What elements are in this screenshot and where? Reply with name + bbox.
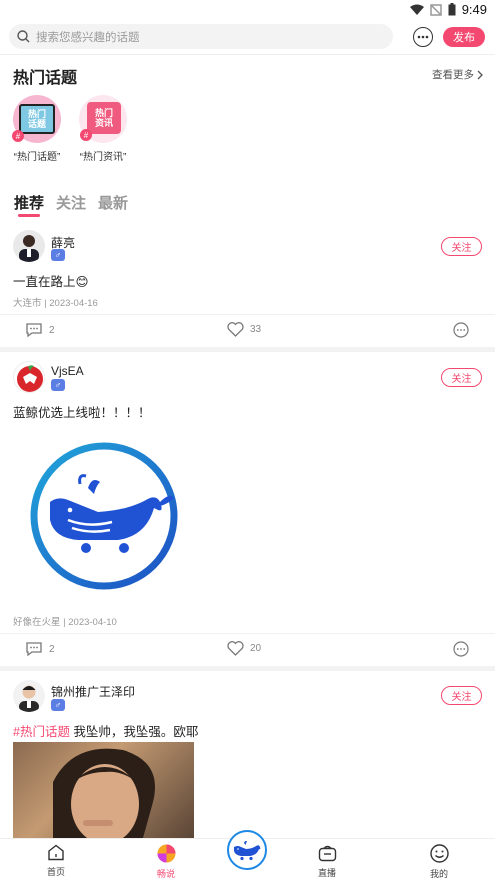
talk-icon [157,844,175,863]
hot-topics-title: 热门话题 [13,70,78,87]
portrait-photo-icon [53,748,155,838]
topic-image-hot-news: 热门资讯 # [79,95,127,143]
status-bar: 9:49 [0,0,495,22]
nav-home[interactable]: 首页 [36,844,76,878]
post-more-button[interactable] [453,322,469,338]
topic-card-hot-news[interactable]: 热门资讯 # “热门资讯” [73,95,133,163]
divider [0,314,495,315]
no-signal-icon [429,3,442,16]
status-time: 9:49 [461,2,487,17]
nav-label: 畅说 [156,869,175,879]
user-avatar-icon [19,685,39,712]
publish-button[interactable]: 发布 [443,27,485,47]
see-more-label: 查看更多 [432,69,474,81]
search-icon [17,30,30,43]
comment-button[interactable]: 2 [25,322,55,338]
like-count: 33 [250,324,262,335]
whale-icon [234,841,261,861]
like-count: 20 [250,643,262,654]
post-actions: 2 33 [0,316,495,346]
male-gender-icon: ♂ [51,249,65,261]
comment-count: 2 [49,643,55,655]
heart-icon [227,641,244,656]
hot-topics-header: 热门话题 查看更多 [0,62,495,90]
divider [0,54,495,55]
more-circle-icon [453,322,469,338]
male-gender-icon: ♂ [51,699,65,711]
user-avatar-icon [19,235,39,262]
like-button[interactable]: 20 [227,641,261,656]
nav-talk[interactable]: 畅说 [146,844,186,880]
nav-live[interactable]: 直播 [307,844,347,879]
username: VjsEA [51,364,84,378]
hashtag-icon: # [80,129,92,141]
center-whale-button[interactable] [227,830,267,870]
username: 锦州推广王泽印 [51,685,136,699]
nav-label: 直播 [317,868,336,878]
post-card[interactable]: VjsEA ♂ 关注 蓝鲸优选上线啦！！！！ 好像在火星 | 2023-04-1… [0,358,495,668]
nav-mine[interactable]: 我的 [419,844,459,880]
topic-card-hot-topic[interactable]: 热门话题 # “热门话题” [7,95,67,163]
brand-avatar-icon [17,365,43,392]
tab-active-indicator [18,214,40,217]
post-meta: 好像在火星 | 2023-04-10 [13,617,117,628]
chevron-right-icon [477,70,483,79]
post-text: #热门话题 我坠帅，我坠强。欧耶 [13,721,198,740]
topic-badge-text: 热门资讯 [94,108,113,128]
post-separator [0,347,495,352]
post-more-button[interactable] [453,641,469,657]
whale-logo-icon [30,442,178,590]
comment-count: 2 [49,324,55,336]
wifi-icon [409,4,424,15]
see-more-link[interactable]: 查看更多 [432,67,483,82]
status-icons: 9:49 [409,2,487,17]
tab-recommend[interactable]: 推荐 [14,192,44,213]
post-body: 我坠帅，我坠强。欧耶 [69,725,199,739]
post-image[interactable] [28,440,180,592]
live-bag-icon [318,845,336,862]
ellipsis-icon [417,35,429,39]
topic-label: “热门资讯” [79,152,127,163]
hashtag-icon: # [12,130,24,142]
avatar[interactable] [13,230,45,262]
avatar[interactable] [13,361,45,393]
male-gender-icon: ♂ [51,379,65,391]
topic-image-hot-topic: 热门话题 # [12,95,61,143]
more-circle-icon [453,641,469,657]
divider [0,633,495,634]
heart-icon [227,322,244,337]
post-card[interactable]: 锦州推广王泽印 ♂ 关注 #热门话题 我坠帅，我坠强。欧耶 [0,676,495,838]
comment-icon [26,323,42,338]
post-image[interactable] [13,742,194,838]
feed-tabs: 推荐 关注 最新 [0,190,495,218]
search-row: 搜索您感兴趣的话题 发布 [0,24,495,52]
post-meta: 大连市 | 2023-04-16 [13,298,98,309]
post-separator [0,666,495,671]
comment-icon [26,642,42,657]
nav-label: 我的 [429,869,448,879]
search-placeholder: 搜索您感兴趣的话题 [36,31,140,44]
like-button[interactable]: 33 [227,322,261,337]
home-icon [48,844,64,861]
hashtag-link[interactable]: #热门话题 [13,725,70,739]
follow-button[interactable]: 关注 [441,686,482,705]
post-text: 蓝鲸优选上线啦！！！！ [13,406,151,420]
tab-following[interactable]: 关注 [56,192,86,213]
tab-latest[interactable]: 最新 [98,192,128,213]
follow-button[interactable]: 关注 [441,237,482,256]
smiley-icon [429,844,449,863]
follow-button[interactable]: 关注 [441,368,482,387]
post-text: 一直在路上😊 [13,275,89,289]
topic-label: “热门话题” [13,152,61,163]
nav-label: 首页 [46,867,65,877]
topic-badge-text: 热门话题 [27,109,46,129]
battery-icon [448,3,456,16]
search-input[interactable]: 搜索您感兴趣的话题 [9,24,393,49]
post-actions: 2 20 [0,635,495,665]
avatar[interactable] [13,680,45,712]
more-options-button[interactable] [413,27,433,47]
post-card[interactable]: 薛亮 ♂ 关注 一直在路上😊 大连市 | 2023-04-16 2 33 [0,228,495,348]
comment-button[interactable]: 2 [25,641,55,657]
